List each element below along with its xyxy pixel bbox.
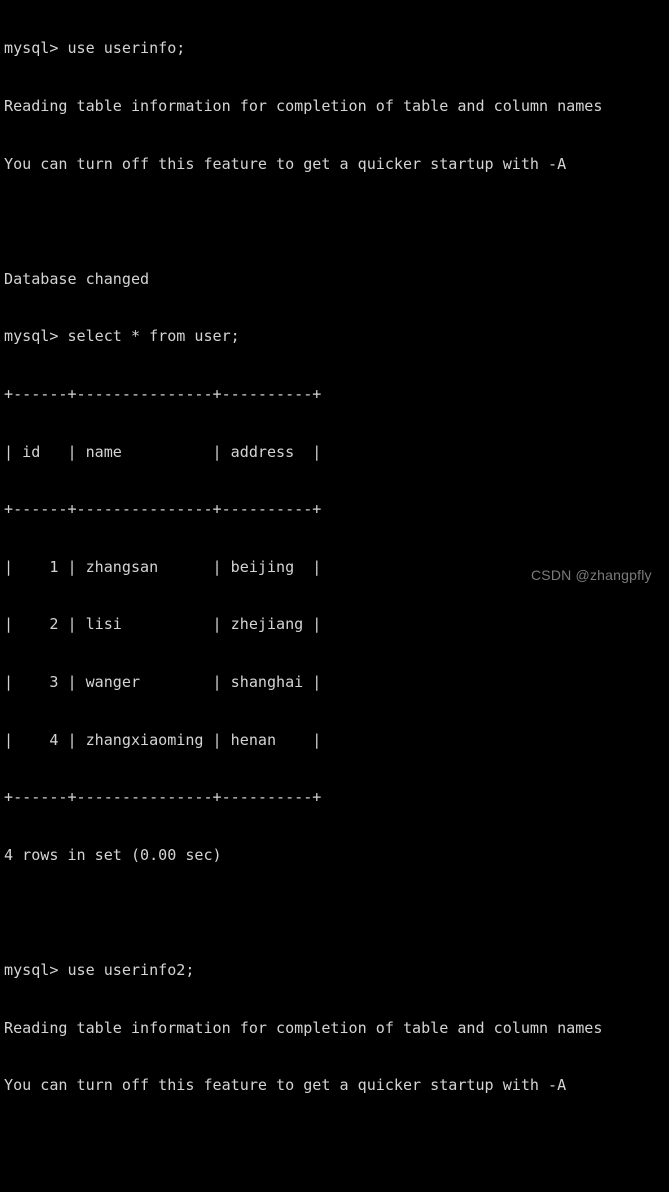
terminal-line: | 2 | lisi | zhejiang |: [4, 615, 322, 634]
terminal-line: +------+---------------+----------+: [4, 384, 322, 403]
terminal-window[interactable]: mysql> use userinfo; Reading table infor…: [0, 0, 669, 1192]
terminal-line: +------+---------------+----------+: [4, 788, 322, 807]
csdn-watermark: CSDN @zhangpfly: [531, 567, 652, 583]
terminal-line: Reading table information for completion…: [4, 1018, 603, 1037]
terminal-line: You can turn off this feature to get a q…: [4, 154, 567, 173]
terminal-line: mysql> use userinfo2;: [4, 960, 195, 979]
terminal-line: Reading table information for completion…: [4, 97, 603, 115]
terminal-line: | 4 | zhangxiaoming | henan |: [4, 730, 322, 749]
terminal-line: Database changed: [4, 1191, 669, 1192]
terminal-line: Database changed: [4, 269, 150, 288]
terminal-line: You can turn off this feature to get a q…: [4, 1076, 567, 1095]
terminal-line: 4 rows in set (0.00 sec): [4, 845, 222, 864]
terminal-line: mysql> select * from user;: [4, 327, 240, 346]
terminal-line: +------+---------------+----------+: [4, 500, 322, 519]
terminal-line: | id | name | address |: [4, 442, 322, 461]
terminal-output[interactable]: mysql> use userinfo; Reading table infor…: [0, 0, 669, 1192]
terminal-line: | 3 | wanger | shanghai |: [4, 672, 322, 691]
terminal-line: mysql> use userinfo;: [4, 39, 186, 58]
